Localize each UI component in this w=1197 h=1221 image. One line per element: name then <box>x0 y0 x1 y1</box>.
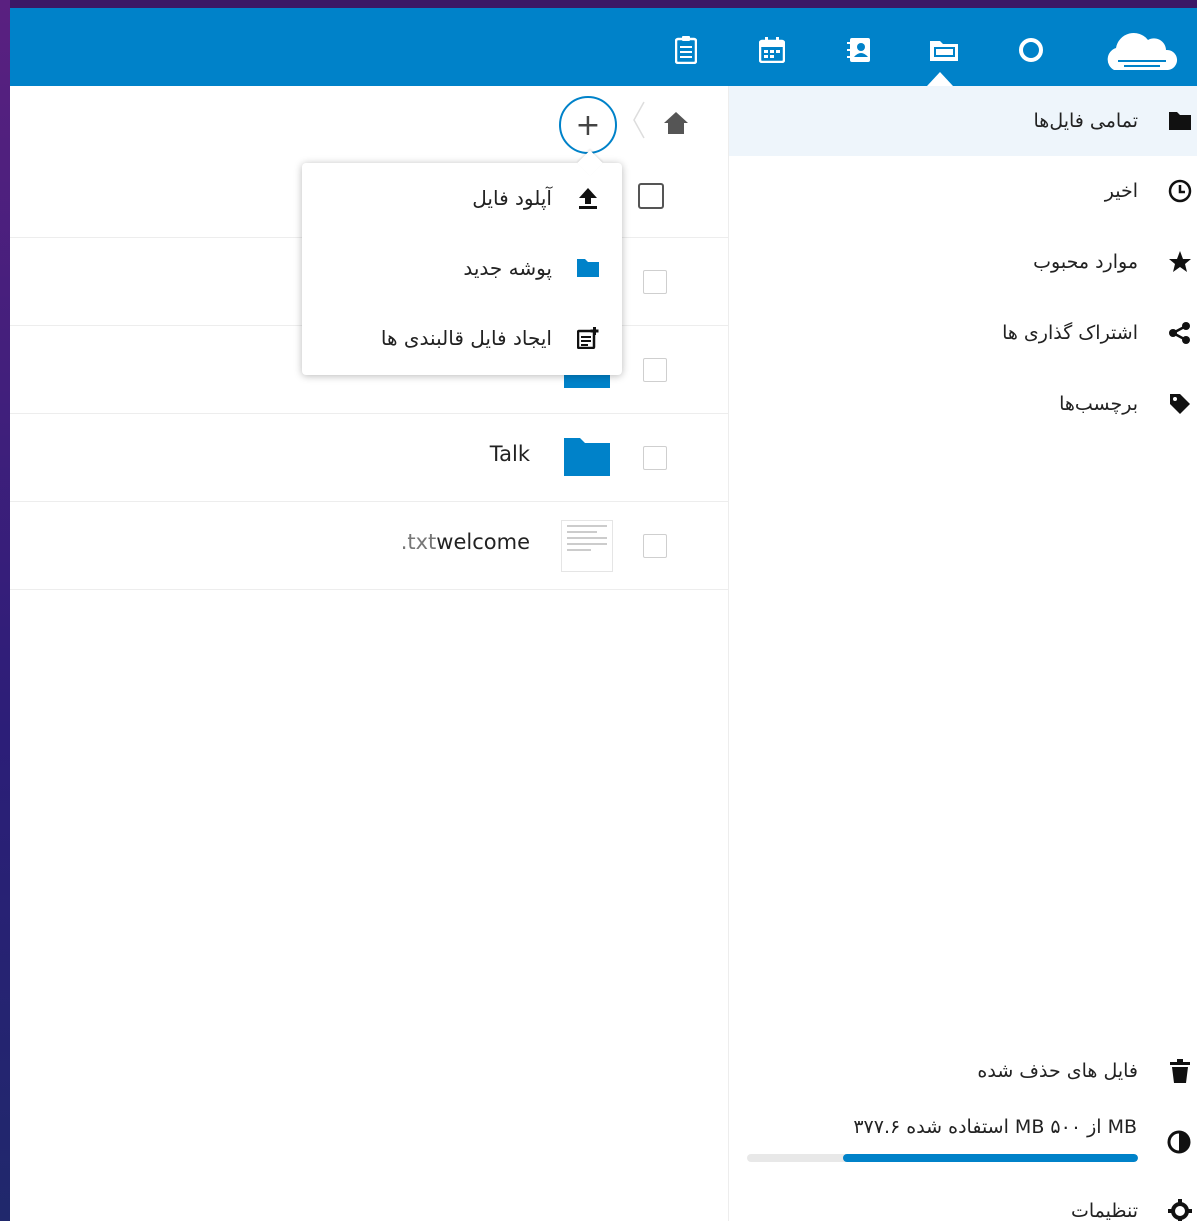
sidebar-item-label: اشتراک گذاری ها <box>1002 322 1138 344</box>
active-app-indicator <box>927 72 953 86</box>
new-folder-icon <box>576 256 600 280</box>
sidebar-item-label: تمامی فایل‌ها <box>1033 110 1138 132</box>
sidebar-item-label: موارد محبوب <box>1033 251 1138 273</box>
file-list-area: + ... Talk .txtwelcome آپلود فایل <box>10 86 728 1221</box>
new-template-icon <box>576 326 600 350</box>
sidebar-item-label: فایل های حذف شده <box>977 1060 1138 1082</box>
file-name[interactable]: .txtwelcome <box>401 530 530 554</box>
sidebar-item-recent[interactable]: اخیر <box>729 156 1197 226</box>
activity-icon[interactable] <box>1015 34 1047 66</box>
sidebar-item-favorites[interactable]: موارد محبوب <box>729 227 1197 297</box>
app-header <box>10 8 1197 86</box>
contacts-icon[interactable] <box>843 34 875 66</box>
clock-icon <box>1168 179 1192 203</box>
row-checkbox[interactable] <box>643 358 667 382</box>
quota-progress-fill <box>842 1154 1138 1162</box>
row-checkbox[interactable] <box>643 270 667 294</box>
home-icon[interactable] <box>662 110 690 136</box>
sidebar-item-label: تنظیمات <box>1070 1200 1138 1221</box>
app-navigation: تمامی فایل‌ها اخیر موارد محبوب اشتراک گذ… <box>728 86 1197 1221</box>
row-checkbox[interactable] <box>643 446 667 470</box>
menu-item-label: آپلود فایل <box>472 186 552 210</box>
gear-icon <box>1168 1199 1192 1221</box>
star-icon <box>1168 250 1192 274</box>
new-file-menu: آپلود فایل پوشه جدید ایجاد فایل قالبندی … <box>302 150 622 375</box>
files-icon[interactable] <box>928 34 960 66</box>
file-extension: .txt <box>400 530 437 554</box>
pie-chart-icon <box>1167 1130 1191 1154</box>
tasks-icon[interactable] <box>670 34 702 66</box>
folder-icon <box>564 438 610 476</box>
plus-icon: + <box>575 107 601 143</box>
quota-progress-bar <box>747 1154 1138 1162</box>
window-top-strip <box>0 0 1197 8</box>
sidebar-item-all-files[interactable]: تمامی فایل‌ها <box>729 86 1197 156</box>
folder-icon <box>1168 109 1192 133</box>
breadcrumb-separator <box>632 100 646 140</box>
menu-item-upload[interactable]: آپلود فایل <box>302 163 622 233</box>
sidebar-item-deleted-files[interactable]: فایل های حذف شده <box>729 1036 1197 1106</box>
table-row[interactable]: .txtwelcome <box>10 502 728 590</box>
share-icon <box>1168 321 1192 345</box>
table-row[interactable]: Talk <box>10 414 728 502</box>
sidebar-item-label: اخیر <box>1104 180 1138 202</box>
desktop-background <box>0 0 10 1221</box>
upload-icon <box>576 186 600 210</box>
sidebar-item-shares[interactable]: اشتراک گذاری ها <box>729 298 1197 368</box>
menu-item-label: پوشه جدید <box>463 256 552 280</box>
nextcloud-logo[interactable] <box>1100 22 1180 78</box>
trash-icon <box>1168 1059 1192 1083</box>
sidebar-item-settings[interactable]: تنظیمات <box>729 1176 1197 1221</box>
quota-text: استفاده شده ۳۷۷.۶ MB از ۵۰۰ MB <box>853 1116 1137 1138</box>
menu-item-new-folder[interactable]: پوشه جدید <box>302 233 622 303</box>
file-basename: welcome <box>436 530 530 554</box>
tag-icon <box>1168 392 1192 416</box>
sidebar-item-tags[interactable]: برچسب‌ها <box>729 369 1197 439</box>
new-button[interactable]: + <box>559 96 617 154</box>
calendar-icon[interactable] <box>756 34 788 66</box>
sidebar-item-label: برچسب‌ها <box>1059 393 1138 415</box>
text-file-thumbnail <box>561 520 613 572</box>
menu-item-new-template[interactable]: ایجاد فایل قالبندی ها <box>302 303 622 373</box>
file-name[interactable]: Talk <box>490 442 530 466</box>
row-checkbox[interactable] <box>643 534 667 558</box>
menu-item-label: ایجاد فایل قالبندی ها <box>380 326 552 350</box>
